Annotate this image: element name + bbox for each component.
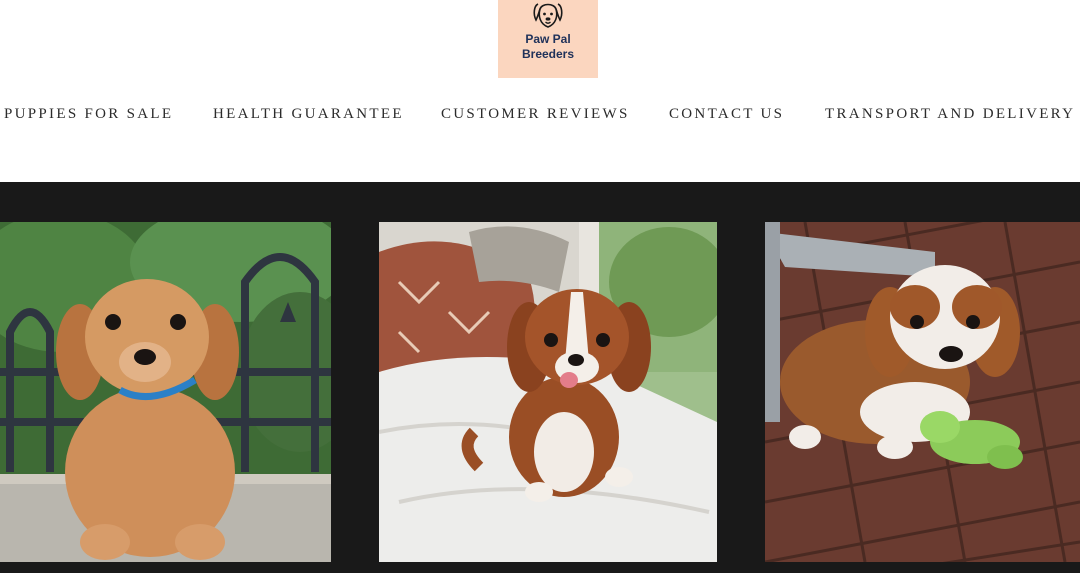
nav-link-transport-and-delivery[interactable]: TRANSPORT AND DELIVERY [825,104,1075,124]
nav-link-customer-reviews[interactable]: CUSTOMER REVIEWS [441,104,630,124]
puppy-photo-3[interactable] [765,222,1080,562]
logo-line-1: Paw Pal [525,32,571,46]
main-navigation: PUPPIES FOR SALE HEALTH GUARANTEE CUSTOM… [0,104,1080,126]
puppy-photo-1[interactable] [0,222,331,562]
site-logo[interactable]: Paw Pal Breeders [498,0,598,78]
puppy-face-icon [533,3,563,28]
puppy-gallery [0,182,1080,573]
nav-link-health-guarantee[interactable]: HEALTH GUARANTEE [213,104,404,124]
nav-link-contact-us[interactable]: CONTACT US [669,104,784,124]
nav-link-puppies-for-sale[interactable]: PUPPIES FOR SALE [4,104,173,124]
puppy-photo-2[interactable] [379,222,717,562]
logo-line-2: Breeders [521,47,575,61]
